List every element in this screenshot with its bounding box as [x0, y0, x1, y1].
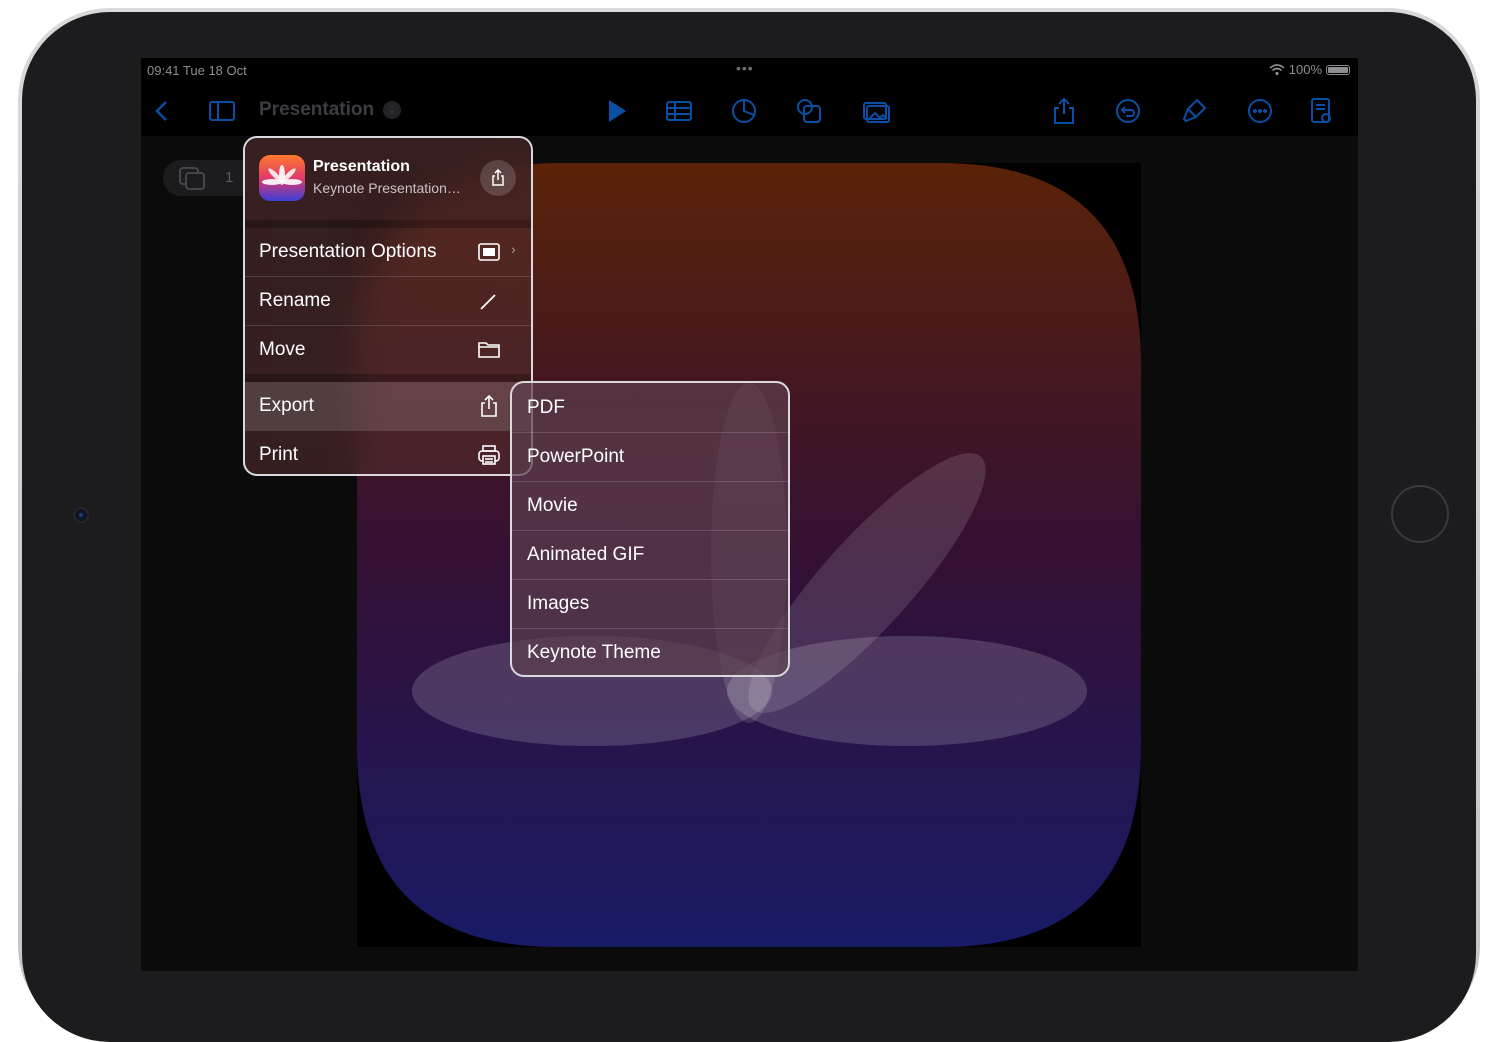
shapes-icon[interactable]: [794, 96, 824, 126]
chevron-right-icon: ›: [511, 241, 516, 257]
menu-separator: [245, 220, 531, 228]
export-powerpoint[interactable]: PowerPoint: [512, 432, 788, 481]
title-chevron-icon[interactable]: ⌄: [383, 101, 401, 119]
keynote-app-icon: [259, 155, 305, 201]
front-camera: [75, 509, 87, 521]
menu-separator: [245, 374, 531, 382]
export-images[interactable]: Images: [512, 579, 788, 628]
export-keynote-theme[interactable]: Keynote Theme: [512, 628, 788, 675]
battery-percent: 100%: [1288, 62, 1322, 77]
export-movie[interactable]: Movie: [512, 481, 788, 530]
menu-item-presentation-options[interactable]: Presentation Options ›: [245, 228, 531, 276]
format-brush-icon[interactable]: [1179, 96, 1209, 126]
share-icon: [492, 169, 504, 186]
status-time: 09:41 Tue 18 Oct: [147, 63, 247, 78]
more-icon[interactable]: [1245, 96, 1275, 126]
media-icon[interactable]: [861, 96, 891, 126]
battery-icon: [1326, 64, 1350, 75]
export-icon: [477, 394, 501, 418]
export-animated-gif[interactable]: Animated GIF: [512, 530, 788, 579]
share-button[interactable]: [480, 160, 516, 196]
menu-item-print[interactable]: Print: [245, 431, 531, 474]
menu-document-subtitle: Keynote Presentation…: [313, 180, 461, 196]
undo-icon[interactable]: [1113, 96, 1143, 126]
printer-icon: [477, 443, 501, 467]
wifi-icon: [1269, 63, 1285, 75]
toolbar: Presentation ⌄: [141, 84, 1358, 136]
slide-count: 1: [225, 169, 234, 186]
menu-item-move[interactable]: Move: [245, 326, 531, 374]
menu-header: Presentation Keynote Presentation…: [245, 138, 531, 220]
folder-icon: [477, 338, 501, 362]
share-icon[interactable]: [1049, 96, 1079, 126]
menu-document-title: Presentation: [313, 158, 410, 175]
menu-item-export[interactable]: Export: [245, 382, 531, 430]
export-pdf[interactable]: PDF: [512, 383, 788, 432]
pencil-icon: [477, 289, 501, 313]
home-button[interactable]: [1391, 485, 1449, 543]
sidebar-icon[interactable]: [207, 96, 237, 126]
export-submenu: PDF PowerPoint Movie Animated GIF Images…: [510, 381, 790, 677]
chevron-left-icon[interactable]: [147, 96, 177, 126]
slides-icon: [179, 167, 207, 196]
document-menu: Presentation Keynote Presentation… Prese…: [243, 136, 533, 476]
menu-item-rename[interactable]: Rename: [245, 277, 531, 325]
presentation-screen-icon: [477, 240, 501, 264]
play-icon[interactable]: [601, 96, 631, 126]
document-title[interactable]: Presentation: [259, 99, 374, 121]
status-right: 100%: [1269, 62, 1350, 77]
chart-icon[interactable]: [729, 96, 759, 126]
document-icon[interactable]: [1306, 96, 1336, 126]
table-icon[interactable]: [664, 96, 694, 126]
multitasking-dots[interactable]: •••: [736, 60, 754, 76]
status-bar: 09:41 Tue 18 Oct ••• 100%: [141, 58, 1358, 84]
